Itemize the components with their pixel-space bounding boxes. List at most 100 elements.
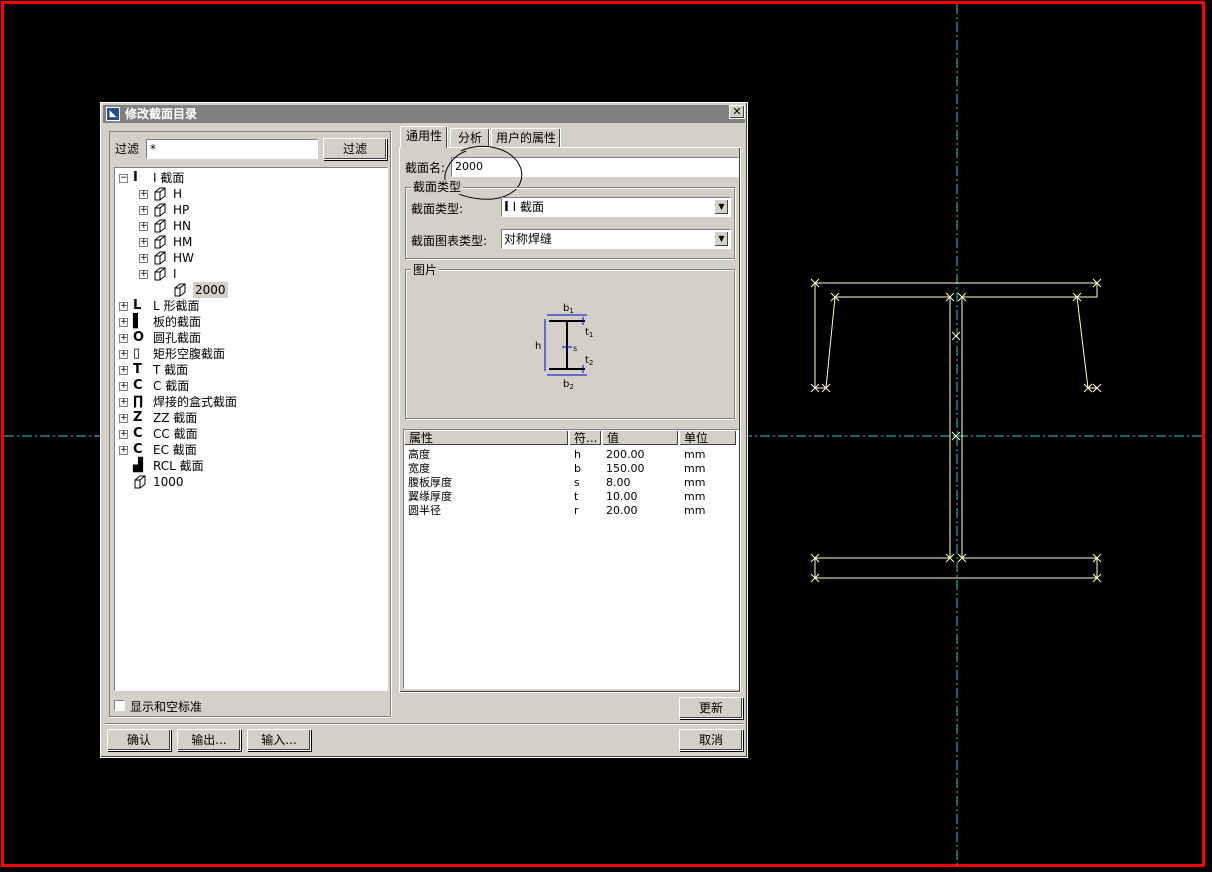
expand-icon[interactable]: + bbox=[139, 254, 148, 263]
filter-label: 过滤 bbox=[115, 142, 140, 156]
collapse-icon[interactable]: − bbox=[119, 174, 128, 183]
tree-item-label: ZZ 截面 bbox=[153, 411, 198, 425]
profile-type-icon: L bbox=[133, 298, 142, 313]
expand-icon[interactable]: + bbox=[119, 366, 128, 375]
tree-item-label: 圆孔截面 bbox=[153, 331, 202, 345]
expand-icon[interactable]: + bbox=[119, 430, 128, 439]
show-standard-label: 显示和空标准 bbox=[130, 700, 203, 714]
filter-button[interactable]: 过滤 bbox=[323, 138, 387, 160]
col-header-property[interactable]: 属性 bbox=[404, 430, 569, 446]
cell-value: 8.00 bbox=[606, 476, 631, 489]
table-row[interactable]: 圆半径 r 20.00 mm bbox=[404, 504, 736, 518]
tree-item-label: I 截面 bbox=[153, 171, 185, 185]
cell-name: 腹板厚度 bbox=[408, 476, 452, 489]
tree-item-label: 板的截面 bbox=[153, 315, 202, 329]
cell-value: 200.00 bbox=[606, 448, 645, 461]
expand-icon[interactable]: + bbox=[119, 350, 128, 359]
tree-item-label: HP bbox=[173, 203, 190, 217]
profile-type-icon: T bbox=[133, 362, 142, 377]
expand-icon[interactable]: + bbox=[139, 222, 148, 231]
expand-icon[interactable]: + bbox=[119, 334, 128, 343]
update-button[interactable]: 更新 bbox=[679, 697, 743, 719]
cell-name: 宽度 bbox=[408, 462, 430, 475]
profile-type-group-title: 截面类型 bbox=[411, 180, 464, 194]
show-standard-checkbox[interactable] bbox=[114, 700, 125, 711]
ok-button[interactable]: 确认 bbox=[107, 729, 171, 751]
expand-icon[interactable]: + bbox=[119, 382, 128, 391]
cell-value: 150.00 bbox=[606, 462, 645, 475]
chevron-down-icon[interactable]: ▼ bbox=[714, 199, 729, 215]
profile-type-icon: I bbox=[133, 170, 138, 185]
i-profile-icon: I bbox=[504, 200, 509, 215]
cell-unit: mm bbox=[684, 490, 706, 503]
tree-item-label: C 截面 bbox=[153, 379, 190, 393]
cell-sym: s bbox=[574, 476, 580, 489]
chevron-down-icon[interactable]: ▼ bbox=[714, 231, 729, 247]
import-button[interactable]: 输入... bbox=[247, 729, 311, 751]
cell-unit: mm bbox=[684, 448, 706, 461]
cell-unit: mm bbox=[684, 504, 706, 517]
col-header-unit[interactable]: 单位 bbox=[679, 430, 737, 446]
dialog-title: 修改截面目录 bbox=[125, 107, 198, 121]
cell-sym: r bbox=[574, 504, 579, 517]
cell-sym: h bbox=[574, 448, 581, 461]
expand-icon[interactable]: + bbox=[119, 318, 128, 327]
expand-icon[interactable]: + bbox=[119, 446, 128, 455]
dialog-titlebar[interactable]: ◣ 修改截面目录 bbox=[103, 105, 745, 123]
cancel-button[interactable]: 取消 bbox=[679, 729, 743, 751]
table-row[interactable]: 高度 h 200.00 mm bbox=[404, 448, 736, 462]
tree-item-label: CC 截面 bbox=[153, 427, 198, 441]
profile-type-icon: C bbox=[133, 426, 143, 441]
footer-divider bbox=[105, 723, 743, 724]
profile-type-icon: ▯ bbox=[133, 346, 141, 361]
properties-table[interactable]: 属性 符... 值 单位 高度 h 200.00 mm 宽度 b 150.00 mm 腹板厚度 s… bbox=[403, 429, 739, 689]
expand-icon[interactable]: + bbox=[119, 398, 128, 407]
profile-type-icon: O bbox=[133, 330, 145, 345]
t1-label: t1 bbox=[585, 327, 593, 339]
picture-group-title: 图片 bbox=[411, 263, 440, 277]
s-label: s bbox=[573, 344, 577, 353]
profile-type-icon: ▟ bbox=[133, 458, 143, 473]
tab-general[interactable]: 通用性 bbox=[400, 126, 448, 148]
cell-sym: b bbox=[574, 462, 581, 475]
tree-item-label: HW bbox=[173, 251, 194, 265]
expand-icon[interactable]: + bbox=[139, 270, 148, 279]
profile-type-select[interactable]: I I 截面 ▼ bbox=[501, 197, 731, 217]
expand-icon[interactable]: + bbox=[139, 206, 148, 215]
chart-type-select[interactable]: 对称焊缝 ▼ bbox=[501, 229, 731, 249]
table-row[interactable]: 翼缘厚度 t 10.00 mm bbox=[404, 490, 736, 504]
profile-type-label: 截面类型: bbox=[411, 202, 464, 216]
tree-item-label: H bbox=[173, 187, 183, 201]
cell-sym: t bbox=[574, 490, 579, 503]
profile-vertex-markers bbox=[810, 278, 1102, 583]
col-header-value[interactable]: 值 bbox=[602, 430, 679, 446]
expand-icon[interactable]: + bbox=[139, 190, 148, 199]
profile-type-icon: C bbox=[133, 378, 143, 393]
filter-input[interactable]: * bbox=[146, 139, 318, 159]
tree-item-label: HN bbox=[173, 219, 191, 233]
expand-icon[interactable]: + bbox=[139, 238, 148, 247]
export-button[interactable]: 输出... bbox=[177, 729, 241, 751]
i-profile-diagram: b1 t1 h s t2 b2 bbox=[535, 303, 593, 391]
expand-icon[interactable]: + bbox=[119, 414, 128, 423]
cell-name: 圆半径 bbox=[408, 504, 441, 517]
table-row[interactable]: 腹板厚度 s 8.00 mm bbox=[404, 476, 736, 490]
profile-type-icon: Z bbox=[133, 410, 143, 425]
tree-item-label: L 形截面 bbox=[153, 299, 200, 313]
col-header-symbol[interactable]: 符... bbox=[569, 430, 602, 446]
tree-item-label: 焊接的盒式截面 bbox=[153, 395, 238, 409]
cell-unit: mm bbox=[684, 462, 706, 475]
profile-type-icon: ▌ bbox=[133, 314, 143, 329]
tree-item-label: 1000 bbox=[153, 475, 184, 489]
h-label: h bbox=[535, 341, 541, 352]
tree-item-label: HM bbox=[173, 235, 193, 249]
table-row[interactable]: 宽度 b 150.00 mm bbox=[404, 462, 736, 476]
tree-item-label: I bbox=[173, 267, 177, 281]
b1-label: b1 bbox=[563, 303, 574, 315]
cell-value: 20.00 bbox=[606, 504, 638, 517]
profile-outline bbox=[814, 282, 1098, 579]
expand-icon[interactable]: + bbox=[119, 302, 128, 311]
close-button[interactable]: ✕ bbox=[729, 105, 745, 119]
profile-tree[interactable]: − I I 截面 + H + HP + HN + HM + HW + I 2000 + L L 形截面 + ▌ 板的截面 +… bbox=[114, 167, 388, 691]
modify-profile-catalog-dialog: ◣ 修改截面目录 ✕ 过滤 * 过滤 − I I 截面 + H + HP + HN + HM + HW +… bbox=[100, 102, 748, 758]
